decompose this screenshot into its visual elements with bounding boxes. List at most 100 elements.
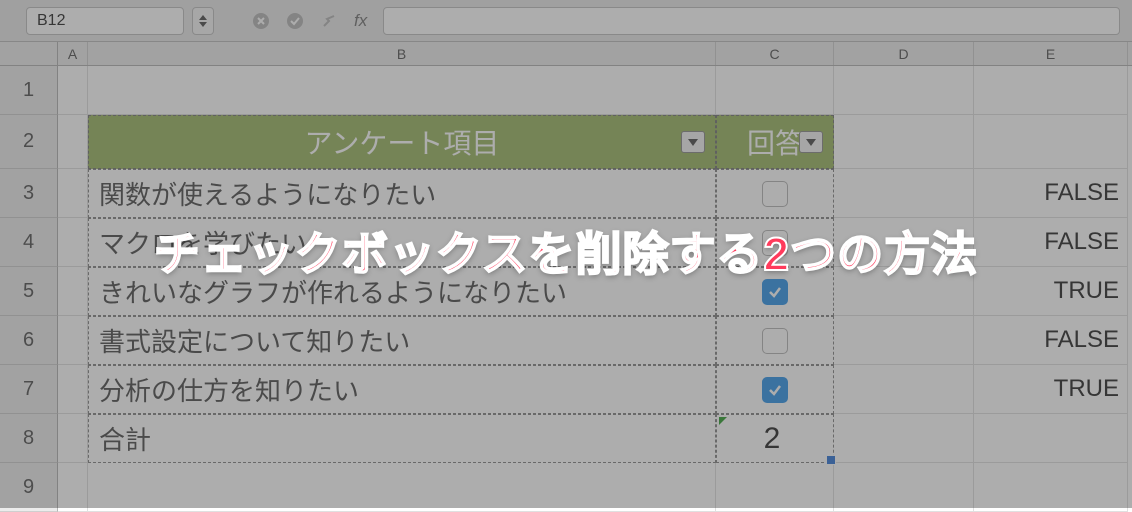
checkbox-checked[interactable] [762, 279, 788, 305]
cell[interactable] [58, 267, 88, 316]
formula-input[interactable] [383, 7, 1120, 35]
cell[interactable] [58, 115, 88, 169]
cell[interactable] [974, 115, 1128, 169]
result-cell[interactable]: FALSE [974, 218, 1128, 267]
name-box[interactable]: B12 [26, 7, 184, 35]
chevron-down-icon [199, 22, 207, 27]
formula-indicator-icon [719, 417, 727, 425]
confirm-icon[interactable] [282, 8, 308, 34]
cell[interactable] [58, 66, 88, 115]
result-text: FALSE [1044, 179, 1119, 207]
formula-bar: B12 fx [0, 0, 1132, 42]
cell[interactable] [834, 267, 974, 316]
answer-cell[interactable] [716, 169, 834, 218]
answer-cell[interactable] [716, 365, 834, 414]
cell[interactable] [834, 365, 974, 414]
checkbox[interactable] [762, 181, 788, 207]
cancel-icon[interactable] [248, 8, 274, 34]
cell[interactable] [88, 66, 716, 115]
cell[interactable] [58, 365, 88, 414]
checkbox[interactable] [762, 230, 788, 256]
result-text: TRUE [1054, 277, 1119, 305]
cell[interactable] [834, 463, 974, 512]
question-cell[interactable]: 関数が使えるようになりたい [88, 169, 716, 218]
cell[interactable] [58, 316, 88, 365]
total-value: 2 [764, 422, 781, 456]
col-header-a[interactable]: A [58, 42, 88, 65]
column-headers: A B C D E [0, 42, 1132, 66]
row-9: 9 [0, 463, 1132, 512]
chevron-up-icon [199, 15, 207, 20]
filter-button[interactable] [681, 131, 705, 153]
filter-button[interactable] [799, 131, 823, 153]
cell[interactable] [834, 316, 974, 365]
cell[interactable] [88, 463, 716, 512]
chevron-down-icon [688, 139, 698, 146]
cell[interactable] [58, 414, 88, 463]
total-row: 8 合計 2 [0, 414, 1132, 463]
cell[interactable] [716, 66, 834, 115]
name-box-stepper[interactable] [192, 7, 214, 35]
cell[interactable] [58, 169, 88, 218]
cell[interactable] [834, 66, 974, 115]
table-header-question[interactable]: アンケート項目 [88, 115, 716, 169]
question-cell[interactable]: 分析の仕方を知りたい [88, 365, 716, 414]
question-text: きれいなグラフが作れるようになりたい [99, 273, 567, 310]
answer-cell[interactable] [716, 218, 834, 267]
answer-cell[interactable] [716, 267, 834, 316]
row-header[interactable]: 8 [0, 414, 58, 463]
cell[interactable] [974, 463, 1128, 512]
col-header-c[interactable]: C [716, 42, 834, 65]
table-row: 6 書式設定について知りたい FALSE [0, 316, 1132, 365]
result-cell[interactable]: FALSE [974, 316, 1128, 365]
cell[interactable] [974, 414, 1128, 463]
cell[interactable] [834, 115, 974, 169]
row-header[interactable]: 9 [0, 463, 58, 512]
row-header[interactable]: 3 [0, 169, 58, 218]
question-cell[interactable]: きれいなグラフが作れるようになりたい [88, 267, 716, 316]
question-text: 書式設定について知りたい [99, 322, 410, 359]
answer-cell[interactable] [716, 316, 834, 365]
result-cell[interactable]: TRUE [974, 267, 1128, 316]
cell[interactable] [974, 66, 1128, 115]
fx-label[interactable]: fx [354, 11, 367, 31]
cell[interactable] [58, 463, 88, 512]
row-header[interactable]: 7 [0, 365, 58, 414]
result-cell[interactable]: FALSE [974, 169, 1128, 218]
col-header-d[interactable]: D [834, 42, 974, 65]
table-header-answer[interactable]: 回答 [716, 115, 834, 169]
question-cell[interactable]: 書式設定について知りたい [88, 316, 716, 365]
col-header-b[interactable]: B [88, 42, 716, 65]
formula-icon[interactable] [316, 8, 342, 34]
question-text: 分析の仕方を知りたい [99, 371, 359, 408]
checkbox[interactable] [762, 328, 788, 354]
result-text: TRUE [1054, 375, 1119, 403]
result-cell[interactable]: TRUE [974, 365, 1128, 414]
table-row: 4 マクロを学びたい FALSE [0, 218, 1132, 267]
cell[interactable] [834, 169, 974, 218]
row-header[interactable]: 5 [0, 267, 58, 316]
table-row: 3 関数が使えるようになりたい FALSE [0, 169, 1132, 218]
select-all-corner[interactable] [0, 42, 58, 65]
cell[interactable] [834, 218, 974, 267]
result-text: FALSE [1044, 326, 1119, 354]
row-header[interactable]: 6 [0, 316, 58, 365]
result-text: FALSE [1044, 228, 1119, 256]
row-header[interactable]: 2 [0, 115, 58, 169]
row-header[interactable]: 4 [0, 218, 58, 267]
total-label: 合計 [99, 420, 151, 457]
checkbox-checked[interactable] [762, 377, 788, 403]
table-row: 5 きれいなグラフが作れるようになりたい TRUE [0, 267, 1132, 316]
selection-handle[interactable] [826, 455, 836, 465]
cell[interactable] [58, 218, 88, 267]
total-label-cell[interactable]: 合計 [88, 414, 716, 463]
question-cell[interactable]: マクロを学びたい [88, 218, 716, 267]
row-2: 2 アンケート項目 回答 [0, 115, 1132, 169]
cell[interactable] [834, 414, 974, 463]
total-value-cell[interactable]: 2 [716, 414, 834, 463]
row-header[interactable]: 1 [0, 66, 58, 115]
col-header-e[interactable]: E [974, 42, 1128, 65]
name-box-value: B12 [37, 12, 65, 30]
cell[interactable] [716, 463, 834, 512]
table-header-label: 回答 [747, 122, 803, 162]
